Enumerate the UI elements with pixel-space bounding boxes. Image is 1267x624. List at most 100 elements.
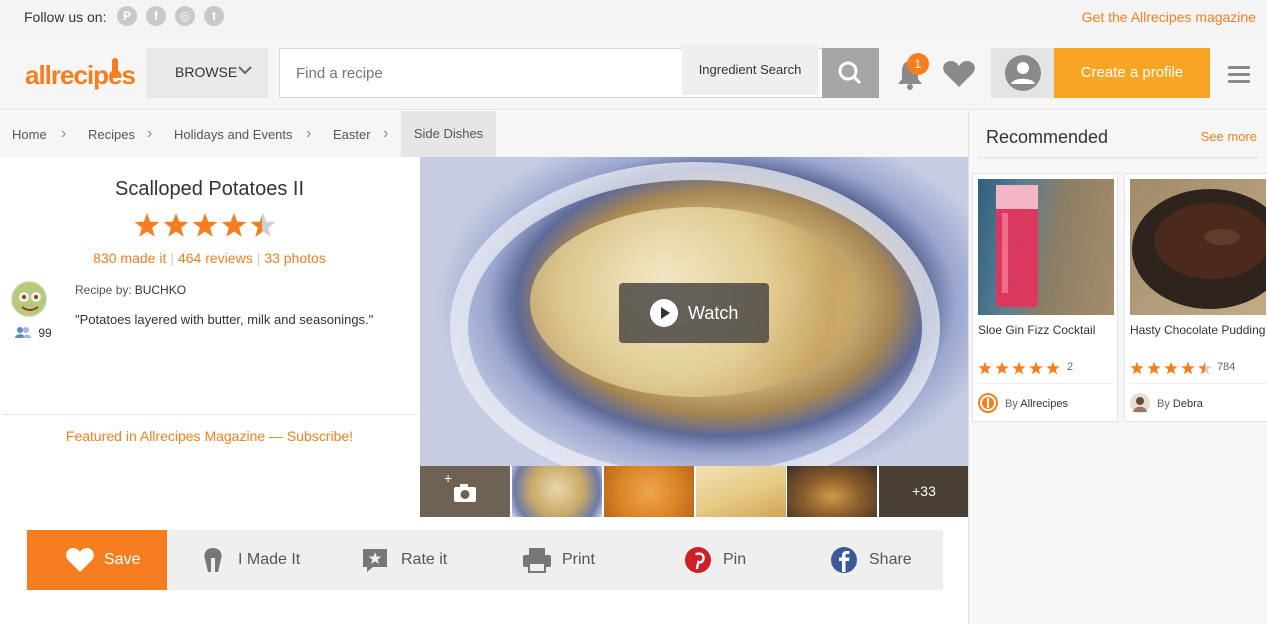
star-icon (134, 213, 160, 237)
add-photo-button[interactable]: + (420, 466, 510, 517)
watch-video-button[interactable]: Watch (619, 283, 769, 343)
followers-count: 99 (38, 326, 52, 340)
print-button[interactable]: Print (522, 530, 642, 590)
allrecipes-logo-icon (978, 393, 998, 413)
recipe-by: Recipe by: BUCHKO (75, 283, 186, 297)
browse-button[interactable]: BROWSE (146, 48, 268, 98)
print-icon (523, 548, 551, 573)
pinterest-icon (685, 547, 711, 573)
photo-thumbnail[interactable] (787, 466, 877, 517)
recipe-card-name[interactable]: Sloe Gin Fizz Cocktail (978, 321, 1114, 340)
divider (979, 157, 1259, 158)
magazine-link[interactable]: Get the Allrecipes magazine (1082, 9, 1256, 25)
card-review-count: 784 (1217, 361, 1236, 373)
chef-hat-icon (204, 548, 222, 572)
author-name[interactable]: BUCHKO (135, 283, 186, 297)
reviews-count[interactable]: 464 reviews (178, 250, 253, 266)
share-button[interactable]: Share (830, 530, 940, 590)
star-icon (192, 213, 218, 237)
breadcrumb-recipes[interactable]: Recipes (88, 127, 135, 142)
logo-spoon-icon (112, 58, 118, 78)
rate-button[interactable]: Rate it (361, 530, 491, 590)
print-label: Print (562, 551, 595, 568)
heart-icon (66, 548, 94, 572)
card-rating-stars (1130, 361, 1212, 375)
photo-thumbnail[interactable] (604, 466, 694, 517)
watch-label: Watch (688, 303, 739, 323)
made-it-button[interactable]: I Made It (193, 530, 343, 590)
card-review-count: 2 (1067, 361, 1074, 373)
card-author[interactable]: By Allrecipes (1005, 398, 1068, 410)
instagram-icon[interactable]: ◎ (175, 6, 195, 26)
follow-label: Follow us on: (24, 9, 107, 25)
recipe-card-image[interactable] (1130, 179, 1267, 315)
ingredient-search-button[interactable]: Ingredient Search (682, 45, 818, 95)
divider (3, 414, 417, 415)
photo-thumbnails: + +33 (420, 466, 969, 518)
recommended-title: Recommended (986, 127, 1109, 147)
see-more-link[interactable]: See more (1201, 129, 1257, 144)
breadcrumb-side-dishes[interactable]: Side Dishes (401, 111, 496, 157)
save-label: Save (104, 551, 141, 568)
site-logo[interactable]: allrecipes (25, 60, 136, 91)
card-rating-stars (978, 361, 1060, 375)
pin-label: Pin (723, 551, 747, 568)
photo-thumbnail[interactable] (512, 466, 602, 517)
recipe-description: "Potatoes layered with butter, milk and … (75, 312, 374, 327)
twitter-icon[interactable]: t (204, 6, 224, 26)
recipe-card-image[interactable] (978, 179, 1114, 315)
breadcrumb: Home › Recipes › Holidays and Events › E… (0, 111, 968, 157)
recipe-action-bar: Save I Made It Rate it Print Pin Share (27, 530, 943, 590)
breadcrumb-holidays[interactable]: Holidays and Events (174, 127, 293, 142)
rate-label: Rate it (401, 551, 448, 568)
breadcrumb-home[interactable]: Home (12, 127, 47, 142)
recommended-card[interactable]: Sloe Gin Fizz Cocktail 2 By Allrecipes (972, 173, 1118, 422)
browse-label: BROWSE (175, 64, 238, 80)
photo-thumbnail[interactable] (696, 466, 786, 517)
recipe-stats: 830 made it | 464 reviews | 33 photos (93, 250, 326, 266)
author-followers[interactable]: 99 (15, 326, 52, 340)
search-icon (838, 61, 862, 85)
star-icon (221, 213, 247, 237)
featured-magazine-link[interactable]: Featured in Allrecipes Magazine — Subscr… (0, 428, 419, 444)
followers-icon (15, 327, 31, 338)
chevron-right-icon: › (61, 125, 67, 142)
pinterest-icon[interactable]: P (117, 6, 137, 26)
profile-avatar-button[interactable] (991, 48, 1055, 98)
rate-star-icon (363, 549, 387, 572)
camera-plus-icon: + (444, 470, 476, 502)
recipe-title: Scalloped Potatoes II (114, 178, 304, 200)
breadcrumb-easter[interactable]: Easter (333, 127, 371, 142)
recipe-card-name[interactable]: Hasty Chocolate Pudding (1130, 321, 1266, 340)
rating-stars[interactable] (134, 210, 279, 240)
card-author[interactable]: By Debra (1157, 398, 1203, 410)
top-strip: Follow us on: P f ◎ t Get the Allrecipes… (0, 0, 1267, 36)
chevron-down-icon (238, 66, 252, 75)
play-icon (650, 299, 678, 327)
recommended-sidebar: Recommended See more Sloe Gin Fizz Cockt… (968, 111, 1267, 624)
svg-text:+: + (444, 470, 452, 486)
star-icon (163, 213, 189, 237)
search-button[interactable] (822, 48, 879, 98)
save-button[interactable]: Save (27, 530, 167, 590)
author-avatar (1130, 393, 1150, 413)
chevron-right-icon: › (383, 125, 389, 142)
photos-count[interactable]: 33 photos (264, 250, 326, 266)
share-label: Share (869, 551, 912, 568)
search-input[interactable] (280, 49, 680, 97)
hamburger-menu-icon[interactable] (1228, 66, 1250, 84)
user-avatar-icon (1005, 55, 1041, 91)
chevron-right-icon: › (147, 125, 153, 142)
facebook-icon[interactable]: f (146, 6, 166, 26)
chevron-right-icon: › (306, 125, 312, 142)
create-profile-button[interactable]: Create a profile (1054, 48, 1210, 98)
more-photos-button[interactable]: +33 (879, 466, 969, 517)
recommended-card[interactable]: Hasty Chocolate Pudding 784 By Debra (1124, 173, 1267, 422)
made-it-label: I Made It (238, 551, 301, 568)
favorites-heart-icon[interactable] (942, 60, 976, 88)
pin-button[interactable]: Pin (684, 530, 784, 590)
made-it-count[interactable]: 830 made it (93, 250, 166, 266)
notification-badge: 1 (907, 53, 929, 75)
recipe-by-label: Recipe by: (75, 283, 132, 297)
author-avatar[interactable] (11, 281, 47, 317)
